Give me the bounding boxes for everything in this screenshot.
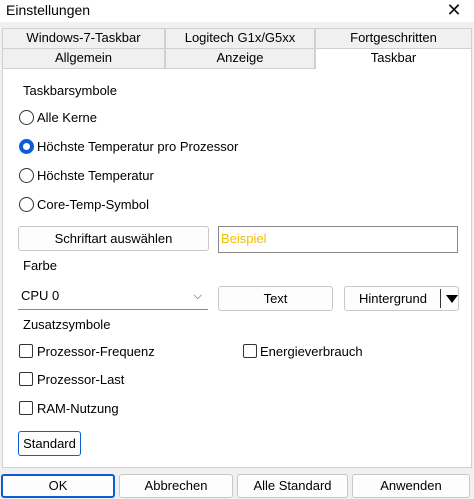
chevron-down-icon: ⌵ [193,290,202,302]
cpu-select-value: CPU 0 [21,288,60,303]
apply-button[interactable]: Anwenden [352,474,470,498]
radio-label-alle-kerne: Alle Kerne [37,110,97,125]
checkbox-prozessor-frequenz[interactable] [19,344,33,358]
checkbox-label-prozessor-last: Prozessor-Last [37,372,125,387]
checkbox-prozessor-last[interactable] [19,372,33,386]
checkbox-energieverbrauch[interactable] [243,344,257,358]
ok-button[interactable]: OK [1,474,115,498]
tab-anzeige[interactable]: Anzeige [165,48,315,68]
checkbox-ram-nutzung[interactable] [19,401,33,415]
title-bar: Einstellungen ✕ [0,0,474,22]
cancel-button[interactable]: Abbrechen [119,474,233,498]
close-icon[interactable]: ✕ [434,0,474,22]
radio-hoechste-temp[interactable] [19,168,34,183]
section-extra-icons-label: Zusatzsymbole [23,317,111,332]
radio-label-hoechste-temp: Höchste Temperatur [37,168,154,183]
tab-windows-7-taskbar[interactable]: Windows-7-Taskbar [2,28,165,48]
dropdown-arrow-icon[interactable] [446,295,458,303]
checkbox-label-ram-nutzung: RAM-Nutzung [37,401,119,416]
font-select-button[interactable]: Schriftart auswählen [18,226,209,251]
split-divider [440,289,441,308]
section-taskbar-icons-label: Taskbarsymbole [23,83,117,98]
background-button-label: Hintergrund [359,291,427,306]
radio-label-core-temp-symbol: Core-Temp-Symbol [37,197,149,212]
checkbox-label-prozessor-frequenz: Prozessor-Frequenz [37,344,155,359]
section-color-label: Farbe [23,258,57,273]
radio-core-temp-symbol[interactable] [19,197,34,212]
tab-taskbar[interactable]: Taskbar [315,48,472,69]
radio-hoechste-temp-pro-prozessor[interactable] [19,139,34,154]
tab-fortgeschritten[interactable]: Fortgeschritten [315,28,472,48]
cpu-select[interactable]: CPU 0 ⌵ [18,285,208,310]
font-sample-preview: Beispiel [218,226,458,253]
all-default-button[interactable]: Alle Standard [237,474,348,498]
tab-logitech[interactable]: Logitech G1x/G5xx [165,28,315,48]
radio-label-hoechste-temp-pro-prozessor: Höchste Temperatur pro Prozessor [37,139,239,154]
text-color-button[interactable]: Text [218,286,333,311]
radio-alle-kerne[interactable] [19,110,34,125]
taskbar-panel: Taskbarsymbole Alle Kerne Höchste Temper… [2,68,472,468]
checkbox-label-energieverbrauch: Energieverbrauch [260,344,363,359]
tab-allgemein[interactable]: Allgemein [2,48,165,68]
standard-button[interactable]: Standard [18,431,81,456]
window-title: Einstellungen [6,2,91,18]
background-color-button[interactable]: Hintergrund [344,286,459,311]
